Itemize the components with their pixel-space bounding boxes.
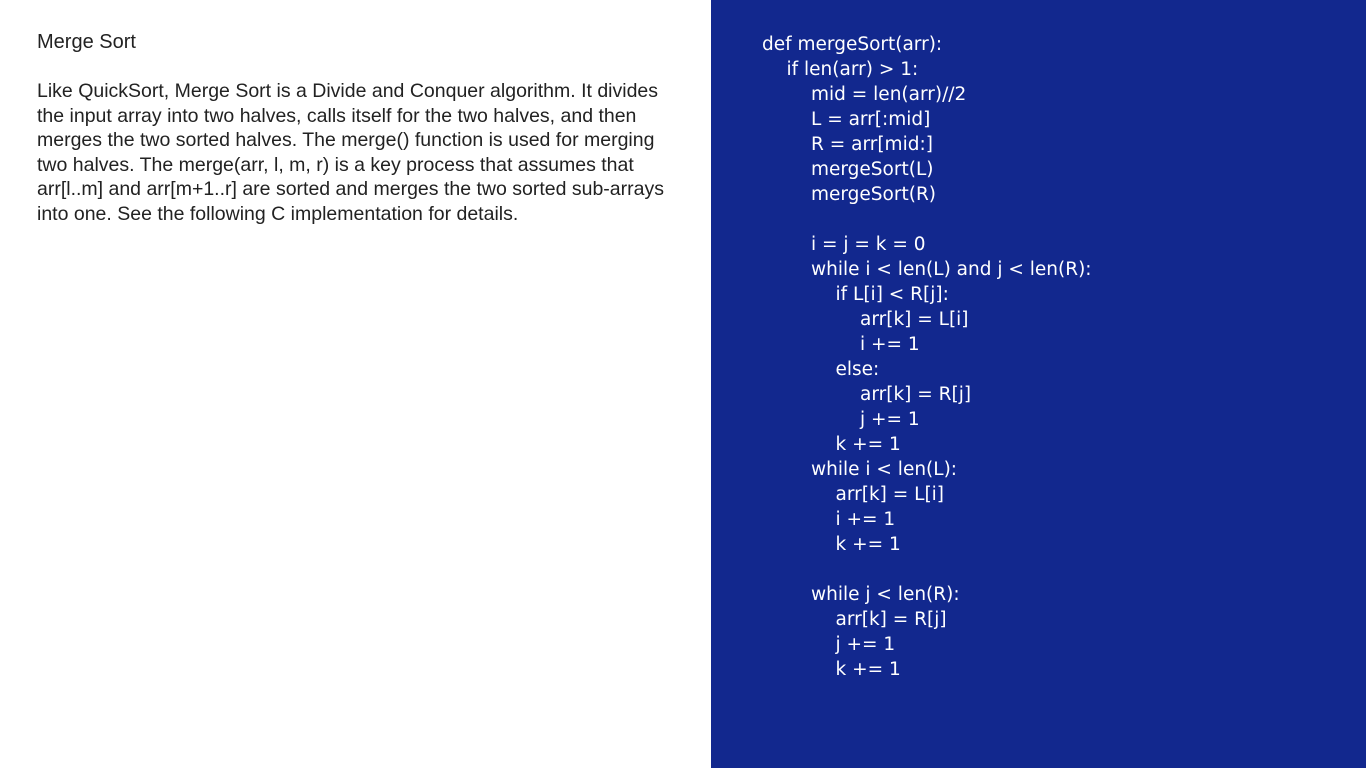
description-paragraph: Like QuickSort, Merge Sort is a Divide a… <box>37 80 664 225</box>
code-line: j += 1 <box>835 634 896 655</box>
code-line: k += 1 <box>835 434 901 455</box>
code-line: L = arr[:mid] <box>811 109 931 130</box>
code-line: arr[k] = L[i] <box>835 484 945 505</box>
code-line: if L[i] < R[j]: <box>835 284 949 305</box>
text-panel: Merge Sort Like QuickSort, Merge Sort is… <box>0 0 711 768</box>
code-line: while i < len(L) and j < len(R): <box>811 259 1092 280</box>
code-block: def mergeSort(arr): if len(arr) > 1: mid =… <box>762 32 1092 682</box>
code-line: arr[k] = L[i] <box>860 309 969 330</box>
slide: Merge Sort Like QuickSort, Merge Sort is… <box>0 0 1366 768</box>
code-line: while j < len(R): <box>811 584 960 605</box>
code-line: arr[k] = R[j] <box>860 384 972 405</box>
slide-title: Merge Sort <box>37 31 136 53</box>
code-line: i = j = k = 0 <box>811 234 926 255</box>
code-line: j += 1 <box>860 409 920 430</box>
code-blank-line <box>762 207 1092 232</box>
code-line: k += 1 <box>835 659 901 680</box>
code-line: arr[k] = R[j] <box>835 609 947 630</box>
code-line: while i < len(L): <box>811 459 958 480</box>
code-panel: def mergeSort(arr): if len(arr) > 1: mid =… <box>711 0 1366 768</box>
code-line: if len(arr) > 1: <box>786 59 919 80</box>
code-line: i += 1 <box>860 334 920 355</box>
code-line: else: <box>835 359 880 380</box>
code-line: mergeSort(R) <box>811 184 937 205</box>
code-line: k += 1 <box>835 534 901 555</box>
code-line: mergeSort(L) <box>811 159 934 180</box>
code-line: R = arr[mid:] <box>811 134 933 155</box>
code-blank-line <box>762 557 1092 582</box>
code-line: def mergeSort(arr): <box>762 34 943 55</box>
code-line: i += 1 <box>835 509 896 530</box>
code-line: mid = len(arr)//2 <box>811 84 967 105</box>
